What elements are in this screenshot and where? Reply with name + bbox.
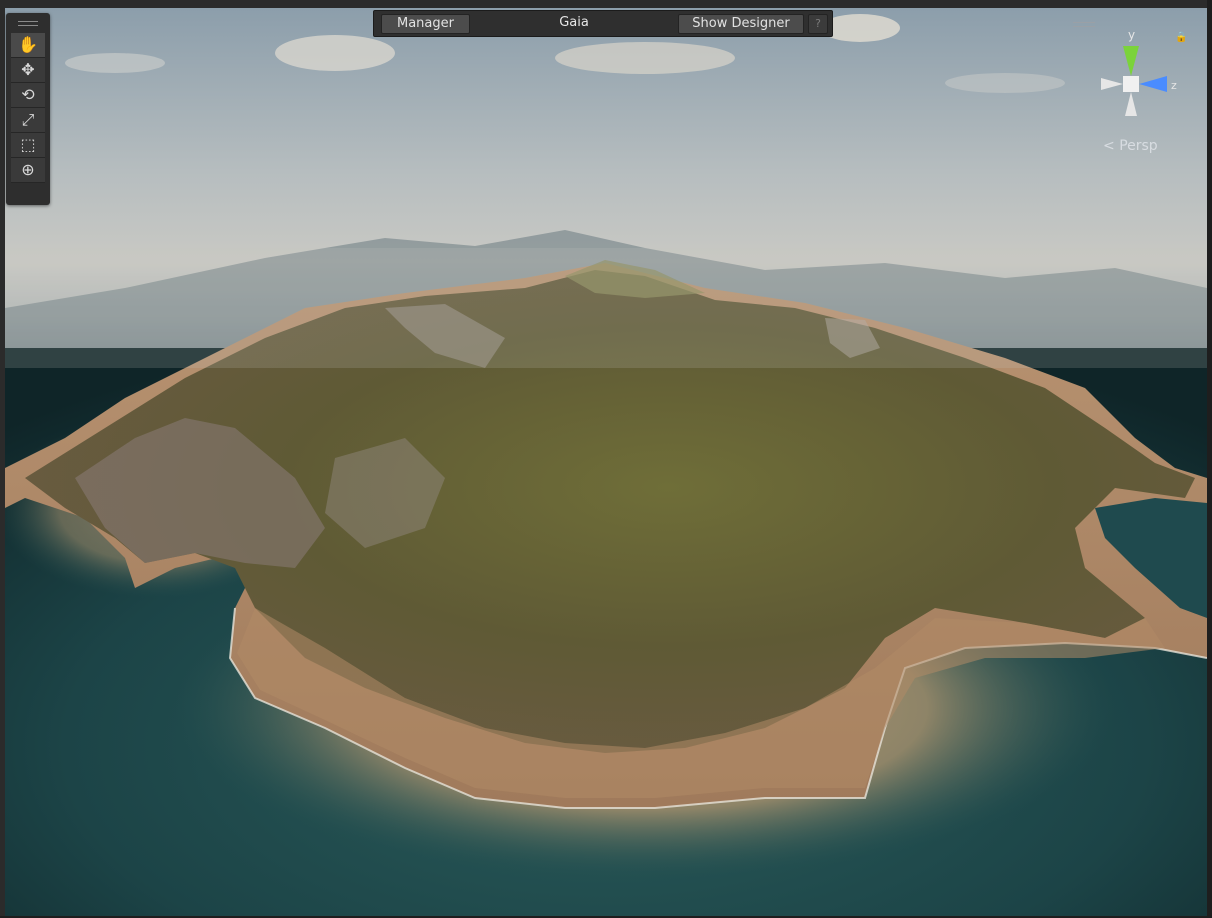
show-designer-button[interactable]: Show Designer [678, 14, 804, 34]
rotate-icon: ⟲ [21, 85, 35, 104]
move-icon: ✥ [21, 60, 35, 79]
transform-icon: ⊕ [21, 160, 35, 179]
rotate-tool-button[interactable]: ⟲ [11, 83, 45, 108]
toolbar-title: Gaia [559, 15, 589, 30]
rect-transform-icon: ⬚ [20, 135, 36, 154]
scene-viewport[interactable]: ✋ ✥ ⟲ ⤢ ⬚ ⊕ Manager Gaia Show Designer ?… [5, 8, 1207, 916]
y-axis-cone[interactable] [1123, 46, 1139, 76]
hand-tool-button[interactable]: ✋ [11, 33, 45, 58]
projection-label: Persp [1119, 138, 1158, 154]
gizmo-menu-handle[interactable] [1073, 20, 1095, 28]
axis-gizmo-graphic[interactable]: y z [1097, 26, 1187, 126]
tool-palette: ✋ ✥ ⟲ ⤢ ⬚ ⊕ [6, 13, 50, 205]
y-axis-label: y [1128, 28, 1135, 42]
hand-icon: ✋ [18, 35, 38, 54]
help-button[interactable]: ? [808, 14, 828, 34]
transform-tool-button[interactable]: ⊕ [11, 158, 45, 183]
scene-render[interactable] [5, 8, 1207, 916]
projection-icon: < [1103, 138, 1115, 154]
window-frame-right [1207, 0, 1212, 918]
drag-handle[interactable] [6, 13, 50, 33]
rect-tool-button[interactable]: ⬚ [11, 133, 45, 158]
projection-toggle[interactable]: < Persp [1103, 138, 1158, 154]
x-axis-cone[interactable] [1101, 78, 1123, 90]
z-axis-cone[interactable] [1139, 76, 1167, 92]
neg-y-axis-cone[interactable] [1125, 92, 1137, 116]
center-cube[interactable] [1123, 76, 1139, 92]
gaia-toolbar: Manager Gaia Show Designer ? [373, 10, 833, 37]
orientation-gizmo[interactable]: 🔒 y z < Persp [1073, 20, 1199, 160]
move-tool-button[interactable]: ✥ [11, 58, 45, 83]
manager-button[interactable]: Manager [381, 14, 470, 34]
scale-tool-button[interactable]: ⤢ [11, 108, 45, 133]
z-axis-label: z [1171, 79, 1177, 92]
scale-icon: ⤢ [21, 110, 35, 129]
